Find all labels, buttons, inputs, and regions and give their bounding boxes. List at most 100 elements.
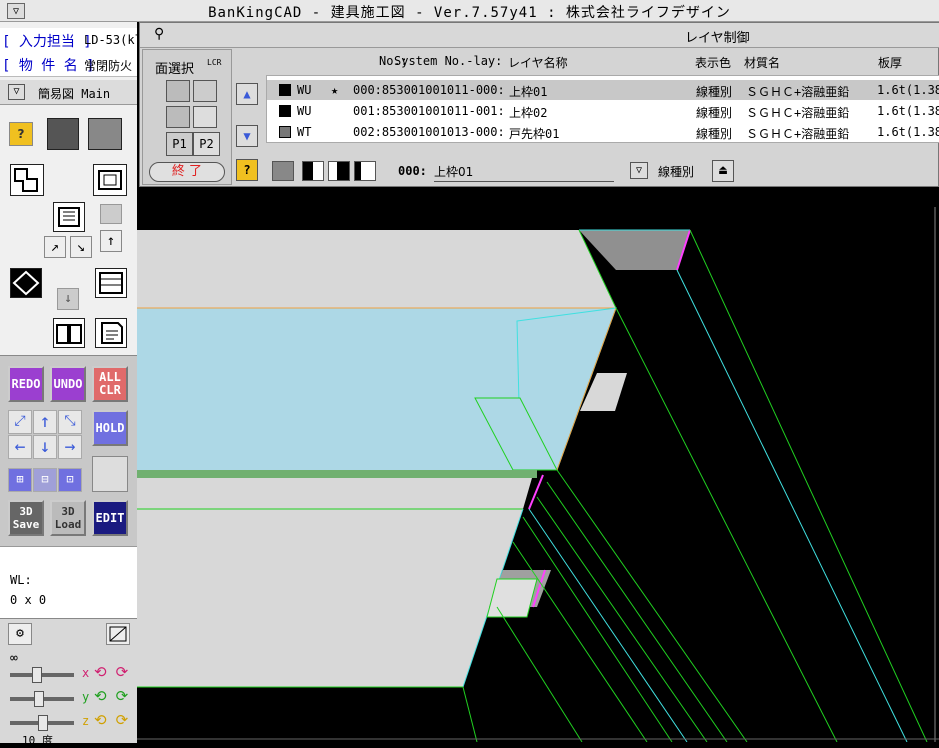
end-button[interactable]: 終 了 — [149, 162, 225, 182]
layer-thickness: 1.6t(1.38 — [877, 83, 939, 97]
figure-icon[interactable]: ⚙ — [8, 623, 32, 645]
x-rotate-icons[interactable]: ⟲ ⟳ — [94, 663, 128, 681]
col-header-name: レイヤ名称 — [508, 56, 568, 70]
current-layer-name-input[interactable]: 上枠01 — [434, 163, 614, 182]
view-mode-2-icon[interactable]: ⊟ — [33, 468, 57, 492]
3d-save-button[interactable]: 3D Save — [8, 500, 44, 536]
layer-row[interactable]: WT 002:853001001013-000: 戸先枠01 線種別 ＳＧＨＣ+… — [267, 122, 939, 142]
property-name-value[interactable]: 常閉防火 — [84, 57, 132, 74]
edit-button[interactable]: EDIT — [92, 500, 128, 536]
view-mode-3-icon[interactable]: ⊡ — [58, 468, 82, 492]
layer-name: 上枠01 — [509, 85, 548, 99]
pan-right-icon[interactable]: → — [58, 435, 82, 459]
tool-f-icon[interactable] — [53, 202, 85, 232]
input-person-value[interactable]: LD-53(kl — [84, 33, 137, 47]
window-menu-button[interactable]: ▽ — [7, 3, 25, 19]
y-axis-label: y — [82, 690, 90, 704]
mode-dropdown-button[interactable]: ▽ — [8, 84, 25, 100]
layer-edit-bar: 000: 上枠01 ▽ 線種別 ⏏ — [232, 155, 939, 185]
face-select-btn-3[interactable] — [166, 106, 190, 128]
scroll-up-button[interactable]: ▲ — [236, 83, 258, 105]
y-slider-knob[interactable] — [34, 691, 44, 707]
z-slider-knob[interactable] — [38, 715, 48, 731]
help-icon[interactable]: ? — [9, 122, 33, 146]
y-rotate-icons[interactable]: ⟲ ⟳ — [94, 687, 128, 705]
rotation-sliders: ⚙ ∞ x ⟲ ⟳ y ⟲ ⟳ z ⟲ ⟳ 10 度 — [0, 618, 137, 747]
tool-d-icon[interactable] — [10, 268, 42, 298]
tool-h-icon[interactable] — [93, 164, 127, 196]
cad-viewport[interactable] — [137, 187, 939, 743]
tool-g-icon[interactable] — [95, 268, 127, 298]
layer-row[interactable]: WU ★ 000:853001001011-000: 上枠01 線種別 ＳＧＨＣ… — [267, 80, 939, 100]
tool-k-icon[interactable] — [95, 318, 127, 348]
layer-row[interactable]: WU 001:853001001011-001: 上枠02 線種別 ＳＧＨＣ+溶… — [267, 101, 939, 121]
mode-selector[interactable]: ▽ 簡易図 Main — [0, 80, 137, 105]
window-title: BanKingCAD - 建具施工図 - Ver.7.57y41 : 株式会社ラ… — [208, 5, 731, 21]
tool-e-icon[interactable] — [53, 318, 85, 348]
layer-star-icon: ★ — [331, 83, 339, 97]
color-dropdown-button[interactable]: ▽ — [630, 162, 648, 179]
face-select-btn-2[interactable] — [193, 80, 217, 102]
face-select-btn-1[interactable] — [166, 80, 190, 102]
layer-code: WT — [297, 125, 312, 139]
diagonal-ne-icon[interactable]: ↗ — [44, 236, 66, 258]
layer-code: WU — [297, 104, 312, 118]
col-header-material: 材質名 — [744, 56, 781, 70]
fill-left-icon[interactable] — [354, 161, 376, 181]
all-clear-button[interactable]: ALL CLR — [92, 366, 128, 402]
layer-system-no: 002:853001001013-000: — [353, 125, 505, 139]
view-mode-1-icon[interactable]: ⊞ — [8, 468, 32, 492]
layer-name: 上枠02 — [509, 106, 548, 120]
wl-value: 0 x 0 — [10, 593, 47, 607]
layer-system-no: 000:853001001011-000: — [353, 83, 505, 97]
z-rotation-slider[interactable] — [10, 715, 74, 731]
layer-display-color: 線種別 — [696, 106, 733, 120]
hold-button[interactable]: HOLD — [92, 410, 128, 446]
layer-list: WU ★ 000:853001001011-000: 上枠01 線種別 ＳＧＨＣ… — [266, 75, 939, 143]
col-header-color: 表示色 — [695, 56, 732, 70]
pin-icon[interactable]: ⚲ — [154, 26, 164, 42]
pan-up-icon[interactable]: ↑ — [33, 410, 57, 434]
layer-color-swatch — [279, 126, 291, 138]
pan-down-icon[interactable]: ↓ — [33, 435, 57, 459]
up-arrow-icon[interactable]: ↑ — [100, 230, 122, 252]
y-rotation-slider[interactable] — [10, 691, 74, 707]
up-arrow-disabled-icon — [100, 204, 122, 224]
layer-material: ＳＧＨＣ+溶融亜鉛 — [746, 85, 850, 99]
redo-button[interactable]: REDO — [8, 366, 44, 402]
layer-control-dialog: ⚲ レイヤ制御 面選択 LCR P1 P2 終 了 ▲ ▼ ? No.: Sys… — [139, 22, 939, 187]
z-rotate-icons[interactable]: ⟲ ⟳ — [94, 711, 128, 729]
grid-view-icon[interactable] — [88, 118, 122, 150]
property-name-label: [ 物 件 名 ] — [2, 58, 95, 74]
copy-layout-icon[interactable] — [92, 456, 128, 492]
fill-right-icon[interactable] — [328, 161, 350, 181]
infinity-label: ∞ — [10, 651, 18, 666]
p2-button[interactable]: P2 — [193, 132, 220, 156]
x-rotation-slider[interactable] — [10, 667, 74, 683]
scroll-down-button[interactable]: ▼ — [236, 125, 258, 147]
undo-button[interactable]: UNDO — [50, 366, 86, 402]
layer-display-color: 線種別 — [696, 85, 733, 99]
layer-color-swatch — [279, 84, 291, 96]
diagonal-se-icon[interactable]: ↘ — [70, 236, 92, 258]
layer-view-icon[interactable] — [47, 118, 79, 150]
layer-color-swatch — [279, 105, 291, 117]
wl-label: WL: — [10, 573, 32, 587]
angle-value[interactable]: 10 度 — [22, 732, 53, 748]
x-slider-knob[interactable] — [32, 667, 42, 683]
p1-button[interactable]: P1 — [166, 132, 193, 156]
fill-half-icon[interactable] — [302, 161, 324, 181]
zoom-in-arrows-icon[interactable]: ⤡ — [58, 410, 82, 434]
3d-load-button[interactable]: 3D Load — [50, 500, 86, 536]
register-icon[interactable]: ⏏ — [712, 160, 734, 182]
zoom-out-arrows-icon[interactable]: ⤢ — [8, 410, 32, 434]
pan-left-icon[interactable]: ← — [8, 435, 32, 459]
diagonal-box-icon[interactable] — [106, 623, 130, 645]
tool-a-icon[interactable] — [10, 164, 44, 196]
face-select-btn-4[interactable] — [193, 106, 217, 128]
fill-solid-icon[interactable] — [272, 161, 294, 181]
face-select-label: 面選択 — [155, 62, 195, 77]
dialog-title-bar[interactable]: ⚲ レイヤ制御 — [140, 23, 939, 48]
x-axis-label: x — [82, 666, 90, 680]
left-tool-panel: [ 入力担当 ] LD-53(kl [ 物 件 名 ] 常閉防火 ▽ 簡易図 M… — [0, 22, 137, 747]
